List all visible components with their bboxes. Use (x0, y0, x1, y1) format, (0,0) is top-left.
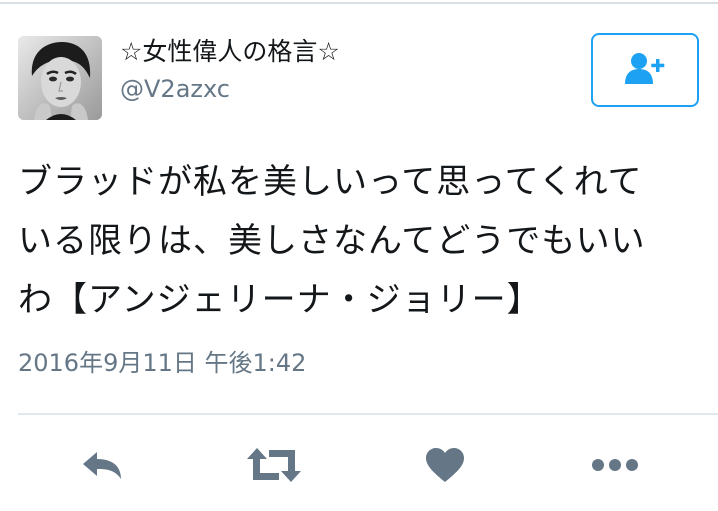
more-dots-icon (590, 457, 640, 473)
retweet-button[interactable] (244, 438, 304, 492)
more-button[interactable] (585, 438, 645, 492)
tweet-text: ブラッドが私を美しいって思ってくれて いる限りは、美しさなんてどうでもいい わ【… (18, 162, 646, 320)
retweet-icon (245, 446, 303, 484)
reply-icon (79, 448, 125, 482)
actions-divider (18, 413, 718, 415)
heart-icon (424, 446, 466, 484)
tweet-timestamp[interactable]: 2016年9月11日 午後1:42 (18, 345, 306, 381)
follow-button[interactable] (591, 33, 699, 107)
display-name[interactable]: ☆女性偉人の格言☆ (120, 36, 340, 68)
top-divider (0, 2, 718, 4)
avatar[interactable] (18, 36, 102, 120)
reply-button[interactable] (72, 438, 132, 492)
like-button[interactable] (415, 438, 475, 492)
follow-user-icon (623, 51, 667, 89)
user-handle[interactable]: @V2azxc (120, 74, 230, 104)
